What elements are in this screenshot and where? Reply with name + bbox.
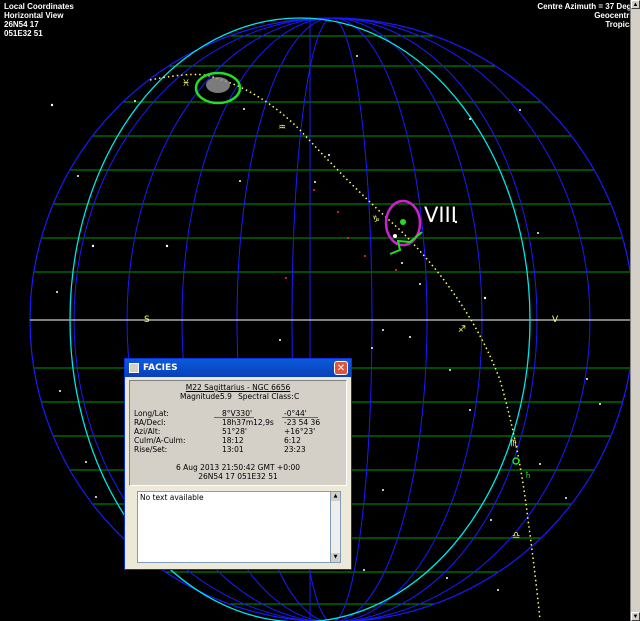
planet-glyph: ♄ xyxy=(524,471,532,481)
row-value-2: 6:12 xyxy=(284,436,301,445)
header-right: Centre Azimuth = 37 Degs Geocentric Trop… xyxy=(537,2,636,29)
header-centre-azimuth: Centre Azimuth = 37 Degs xyxy=(537,2,636,11)
row-value-1: 13:01 xyxy=(222,445,244,454)
vertical-scrollbar[interactable]: ▲ ▼ xyxy=(630,0,640,621)
row-value-2: +16°23' xyxy=(284,427,316,436)
notes-textarea[interactable]: No text available xyxy=(137,491,331,563)
observation-coords: 26N54 17 051E32 51 xyxy=(198,472,278,481)
highlight-underline-magenta xyxy=(214,417,254,418)
row-label: RA/Decl: xyxy=(134,418,166,427)
row-label: Long/Lat: xyxy=(134,409,169,418)
row-value-1: 18:12 xyxy=(222,436,244,445)
object-info-panel: M22 Sagittarius - NGC 6656 Magnitude: 5.… xyxy=(129,380,347,486)
observation-datetime: 6 Aug 2013 21:50:42 GMT +0:00 xyxy=(175,463,301,472)
dialog-titlebar[interactable]: FACIES ✕ xyxy=(125,359,351,377)
sign-marker: ♎ xyxy=(512,531,520,541)
notes-scrollbar[interactable]: ▲ ▼ xyxy=(331,491,341,563)
arrow-up-icon[interactable]: ▲ xyxy=(631,0,640,9)
sign-marker: S xyxy=(144,315,150,325)
close-icon[interactable]: ✕ xyxy=(334,361,348,375)
arrow-up-icon[interactable]: ▲ xyxy=(331,492,340,501)
header-coord-system: Local Coordinates xyxy=(4,2,74,11)
header-zodiac: Tropical xyxy=(605,20,636,29)
dialog-title: FACIES xyxy=(143,363,178,373)
highlight-underline-magenta xyxy=(282,417,318,418)
sign-marker: ♐ xyxy=(458,325,466,335)
magnitude-label: Magnitude: xyxy=(180,392,223,401)
row-value-2: 23:23 xyxy=(284,445,306,454)
facies-dialog[interactable]: FACIES ✕ M22 Sagittarius - NGC 6656 Magn… xyxy=(124,358,352,570)
sign-marker: ♓ xyxy=(182,79,190,89)
planet-marker xyxy=(512,457,520,465)
spectral-class-value: C xyxy=(294,392,300,401)
object-name: M22 Sagittarius - NGC 6656 xyxy=(185,383,291,392)
header-view-mode: Horizontal View xyxy=(4,11,64,20)
row-label: Azi/Alt: xyxy=(134,427,161,436)
sign-marker: V xyxy=(552,315,559,325)
object-marker xyxy=(400,219,406,225)
header-left: Local Coordinates Horizontal View 26N54 … xyxy=(4,2,74,38)
sign-marker: ♏ xyxy=(510,439,518,449)
window-app-icon[interactable] xyxy=(129,363,139,373)
header-geocentric: Geocentric xyxy=(594,11,636,20)
row-value-1: 18h37m12,9s xyxy=(222,418,274,427)
row-value-1: 51°28' xyxy=(222,427,247,436)
row-value-2: -23 54 36 xyxy=(284,418,321,427)
row-label: Culm/A-Culm: xyxy=(134,436,186,445)
arrow-down-icon[interactable]: ▼ xyxy=(331,553,340,562)
roman-numeral-annotation: VIII xyxy=(424,203,457,227)
magnitude-value: 5.9 xyxy=(220,392,232,401)
object-star xyxy=(393,234,397,238)
sign-marker: ♑ xyxy=(372,215,380,225)
sign-marker: ♒ xyxy=(278,123,286,133)
arrow-down-icon[interactable]: ▼ xyxy=(631,612,640,621)
header-longitude: 051E32 51 xyxy=(4,29,43,38)
sun-glow xyxy=(206,77,230,93)
spectral-class-label: Spectral Class: xyxy=(238,392,294,401)
notes-text: No text available xyxy=(140,493,204,502)
red-objects xyxy=(285,189,397,279)
header-latitude: 26N54 17 xyxy=(4,20,39,29)
row-label: Rise/Set: xyxy=(134,445,168,454)
